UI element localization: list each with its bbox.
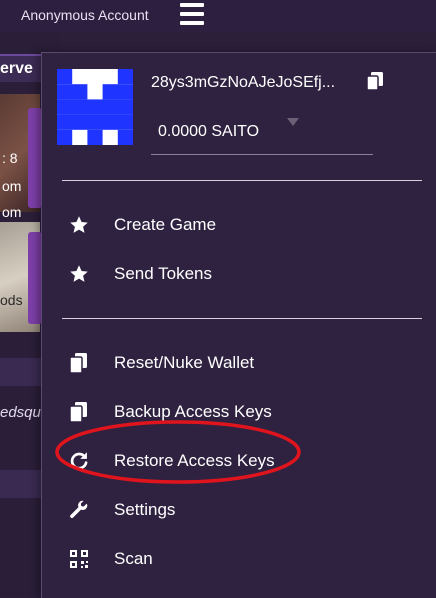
account-name: Anonymous Account xyxy=(21,7,149,23)
background-card-text: om xyxy=(2,204,22,220)
wrench-icon xyxy=(70,500,88,519)
chevron-down-icon[interactable] xyxy=(287,118,299,126)
account-dropdown-menu: 28ys3mGzNoAJeJoSEfj... 0.0000 SAITO Crea… xyxy=(41,52,436,598)
top-header: Anonymous Account xyxy=(0,0,436,32)
menu-divider xyxy=(62,318,422,319)
background-player-name: edsqu xyxy=(0,404,41,421)
menu-item-send-tokens[interactable]: Send Tokens xyxy=(42,254,436,294)
menu-item-create-game[interactable]: Create Game xyxy=(42,205,436,245)
background-section-title: erve xyxy=(0,60,33,77)
menu-item-label: Scan xyxy=(114,549,153,568)
wallet-identicon xyxy=(57,69,133,145)
menu-divider xyxy=(62,180,422,181)
wallet-address: 28ys3mGzNoAJeJoSEfj... xyxy=(151,74,336,91)
copy-icon[interactable] xyxy=(367,72,383,90)
hamburger-menu-icon[interactable] xyxy=(180,3,204,25)
menu-item-label: Reset/Nuke Wallet xyxy=(114,353,255,372)
star-icon xyxy=(70,216,88,233)
menu-item-scan[interactable]: Scan xyxy=(42,539,436,579)
copy-icon xyxy=(69,353,87,373)
highlight-annotation xyxy=(55,420,301,484)
background-join-button[interactable] xyxy=(28,108,42,208)
balance-select[interactable]: 0.0000 SAITO xyxy=(151,116,373,155)
menu-item-label: Settings xyxy=(114,500,176,519)
background-card-text: om xyxy=(2,178,22,194)
background-card-text: : 8 xyxy=(2,150,18,166)
menu-item-label: Create Game xyxy=(114,215,217,234)
background-card-text: ods xyxy=(0,292,23,308)
menu-item-label: Send Tokens xyxy=(114,264,212,283)
star-icon xyxy=(70,265,88,282)
menu-item-reset-wallet[interactable]: Reset/Nuke Wallet xyxy=(42,343,436,383)
background-join-button[interactable] xyxy=(28,232,42,324)
balance-value: 0.0000 SAITO xyxy=(158,123,260,140)
qrcode-icon xyxy=(70,550,88,568)
menu-item-settings[interactable]: Settings xyxy=(42,490,436,530)
